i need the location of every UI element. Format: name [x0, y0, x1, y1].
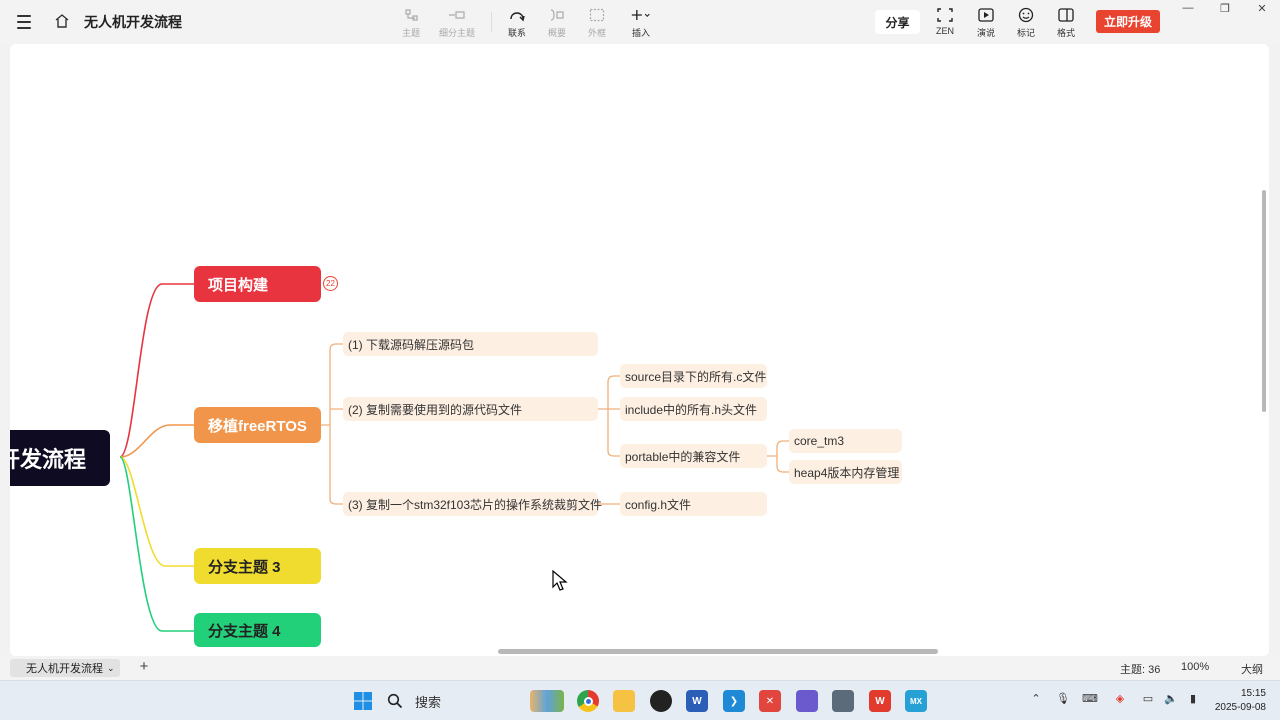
subtopic-heap4[interactable]: heap4版本内存管理	[789, 460, 902, 484]
subtopic-portable-files[interactable]: portable中的兼容文件	[620, 444, 767, 468]
topic-label: 主题	[401, 28, 420, 38]
boundary-button[interactable]: 外框	[575, 6, 619, 40]
subtopic-copy-source-files[interactable]: (2) 复制需要使用到的源代码文件	[343, 397, 598, 421]
pitch-play-icon	[976, 6, 996, 24]
subtopic-label: 细分主题	[438, 28, 475, 38]
zen-button[interactable]: ZEN	[923, 6, 967, 40]
document-title[interactable]: 无人机开发流程	[84, 12, 182, 32]
zoom-level[interactable]: 100%	[1181, 661, 1209, 673]
subtopic-source-c-files[interactable]: source目录下的所有.c文件	[620, 364, 767, 388]
topic-icon	[401, 6, 421, 24]
chevron-up-icon[interactable]: ⌃	[1028, 692, 1044, 708]
sheet-tab[interactable]: 无人机开发流程 ⌄	[10, 659, 120, 677]
subtopic-include-h-files[interactable]: include中的所有.h头文件	[620, 397, 767, 421]
add-sheet-icon[interactable]: +	[136, 658, 152, 676]
summary-button[interactable]: 概要	[535, 6, 579, 40]
zen-fullscreen-icon	[935, 6, 955, 24]
pitch-label: 演说	[976, 28, 995, 38]
chevron-down-icon[interactable]: ⌄	[107, 663, 115, 674]
format-panel-icon	[1056, 6, 1076, 24]
minimize-icon[interactable]: —	[1178, 2, 1198, 18]
horizontal-scrollbar[interactable]	[498, 649, 938, 654]
root-topic[interactable]: 开发流程	[10, 430, 110, 486]
summary-label: 概要	[547, 28, 566, 38]
insert-plus-icon	[631, 6, 651, 24]
zen-label: ZEN	[936, 26, 954, 36]
topic-count: 主题: 36	[1120, 664, 1161, 676]
restore-icon[interactable]: ❐	[1215, 2, 1235, 18]
relationship-button[interactable]: 联系	[495, 6, 539, 40]
antivirus-icon[interactable]: ◈	[1112, 692, 1128, 708]
windows-start-icon[interactable]	[352, 690, 374, 712]
upgrade-button[interactable]: 立即升级	[1096, 10, 1160, 33]
marker-label: 标记	[1016, 28, 1035, 38]
subtopic-core-tm3[interactable]: core_tm3	[789, 429, 902, 453]
word-icon[interactable]: W	[686, 690, 708, 712]
subtopic-config-h[interactable]: config.h文件	[620, 492, 767, 516]
file-explorer-icon[interactable]	[613, 690, 635, 712]
relationship-label: 联系	[507, 28, 526, 38]
network-icon[interactable]: ▭	[1140, 692, 1156, 708]
books-icon[interactable]	[796, 690, 818, 712]
volume-icon[interactable]: 🔈	[1163, 692, 1179, 708]
outline-toggle[interactable]: 大纲	[1241, 661, 1263, 677]
format-button[interactable]: 格式	[1044, 6, 1088, 40]
widgets-icon[interactable]	[530, 690, 564, 712]
camera-icon[interactable]	[832, 690, 854, 712]
clock-date: 2025-09-08	[1214, 702, 1266, 713]
share-button[interactable]: 分享	[875, 10, 920, 34]
microphone-icon[interactable]: 🎙	[1055, 692, 1071, 708]
close-icon[interactable]: ✕	[1252, 2, 1272, 18]
search-icon	[387, 693, 403, 709]
windows-taskbar: 搜索 W ❯ ✕ W MX ⌃ 🎙 ⌨ ◈ ▭ 🔈 ▮ 15:15 2025-0…	[0, 680, 1280, 720]
topic-button[interactable]: 主题	[389, 6, 433, 40]
input-method-icon[interactable]: ⌨	[1082, 692, 1098, 708]
marker-button[interactable]: 标记	[1004, 6, 1048, 40]
pitch-button[interactable]: 演说	[964, 6, 1008, 40]
insert-button[interactable]: 插入	[619, 6, 663, 40]
sheet-tab-label: 无人机开发流程	[26, 663, 103, 675]
format-label: 格式	[1056, 28, 1075, 38]
clock-time: 15:15	[1240, 688, 1266, 699]
summary-icon	[547, 6, 567, 24]
subtopic-download-source[interactable]: (1) 下载源码解压源码包	[343, 332, 598, 356]
vscode-icon[interactable]: ❯	[723, 690, 745, 712]
boundary-label: 外框	[587, 28, 606, 38]
mouse-cursor-icon	[552, 570, 568, 591]
obs-icon[interactable]	[650, 690, 672, 712]
system-clock[interactable]: 15:15 2025-09-08	[1212, 687, 1266, 715]
vertical-scrollbar[interactable]	[1262, 190, 1266, 412]
search-placeholder: 搜索	[415, 694, 442, 710]
hamburger-menu-icon[interactable]	[14, 12, 34, 32]
wps-icon[interactable]: W	[869, 690, 891, 712]
subtopic-button[interactable]: 细分主题	[435, 6, 479, 40]
chrome-icon[interactable]	[577, 690, 599, 712]
main-topic-project-build[interactable]: 项目构建	[194, 266, 321, 302]
boundary-icon	[587, 6, 607, 24]
marker-smile-icon	[1016, 6, 1036, 24]
top-toolbar: 无人机开发流程 主题 细分主题 联系 概要 外框 插入 分享 ZEN 演说 标记…	[0, 0, 1280, 44]
main-topic-branch-3[interactable]: 分支主题 3	[194, 548, 321, 584]
sheet-bar: 无人机开发流程 ⌄ + 主题: 36 100% 大纲	[0, 656, 1280, 680]
xmind-icon[interactable]: ✕	[759, 690, 781, 712]
main-topic-branch-4[interactable]: 分支主题 4	[194, 613, 321, 647]
insert-label: 插入	[631, 28, 650, 38]
subtopic-icon	[447, 6, 467, 24]
subtopic-copy-config-file[interactable]: (3) 复制一个stm32f103芯片的操作系统裁剪文件	[343, 492, 602, 516]
toolbar-divider	[491, 12, 492, 32]
home-icon[interactable]	[52, 11, 72, 31]
mindmap-canvas[interactable]: 开发流程 项目构建 22 移植freeRTOS 分支主题 3 分支主题 4 (1…	[10, 44, 1269, 656]
mx-icon[interactable]: MX	[905, 690, 927, 712]
battery-icon[interactable]: ▮	[1185, 692, 1201, 708]
main-topic-freertos[interactable]: 移植freeRTOS	[194, 407, 321, 443]
relationship-icon	[507, 6, 527, 24]
collapsed-count-badge[interactable]: 22	[323, 276, 338, 291]
